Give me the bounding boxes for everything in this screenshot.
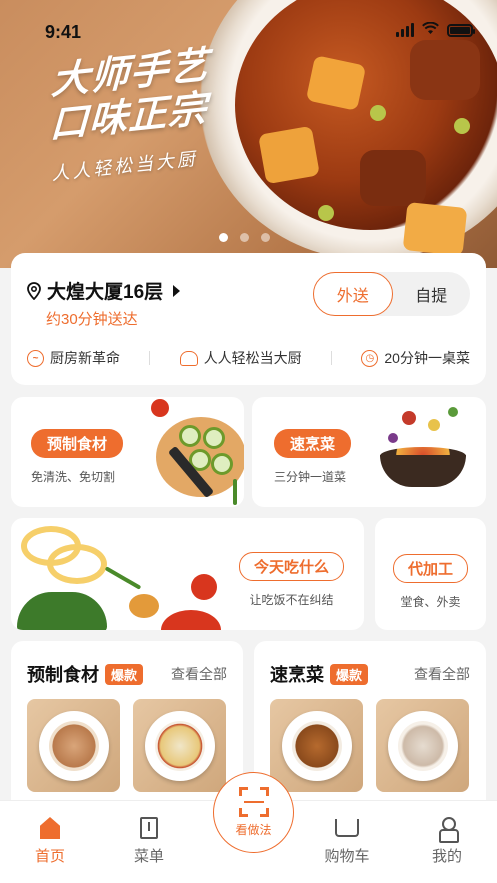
tomato-image [151,399,169,417]
view-all-link[interactable]: 查看全部 [414,664,470,684]
menu-book-icon [140,817,158,839]
caret-right-icon [173,284,181,297]
product-thumbnail[interactable] [376,699,469,792]
broccoli-image [17,592,107,630]
feature-item: ~ 厨房新革命 [27,348,120,368]
product-thumbnail[interactable] [133,699,226,792]
feature-list: ~ 厨房新革命 人人轻松当大厨 ◷ 20分钟一桌菜 [27,348,470,368]
pea [454,118,470,134]
view-all-link[interactable]: 查看全部 [171,664,227,684]
tab-home[interactable]: 首页 [10,815,90,866]
product-thumbnail[interactable] [27,699,120,792]
section-title: 速烹菜 [270,665,324,685]
flying-ingredient [448,407,458,417]
promo-title: 速烹菜 [274,429,352,458]
hot-badge: 爆款 [330,663,369,685]
pasta-image [47,544,107,584]
battery-icon [447,23,475,37]
delivery-eta: 约30分钟送达 [46,311,138,328]
pea [370,105,386,121]
cart-icon [335,819,359,837]
home-icon [40,817,60,839]
user-icon [439,817,459,843]
location-card: 大煌大厦16层 约30分钟送达 外送 自提 ~ 厨房新革命 人人轻松当大厨 ◷ … [11,253,486,385]
address-text: 大煌大厦16层 [47,282,164,303]
promo-subtitle: 免清洗、免切割 [31,470,116,484]
carousel-dot[interactable] [240,233,249,242]
promo-prepared-ingredients[interactable]: 预制食材 免清洗、免切割 [11,397,244,507]
location-pin-icon [27,281,41,300]
tomato-image [161,610,221,630]
plate-image [38,710,109,781]
promo-title: 今天吃什么 [239,552,345,581]
delivery-mode-toggle[interactable]: 外送 自提 [313,272,470,316]
cucumber-slice [211,453,233,475]
plate-image [144,710,215,781]
tab-profile[interactable]: 我的 [407,815,487,866]
tab-label: 购物车 [324,848,370,865]
hot-badge: 爆款 [105,663,144,685]
flying-ingredient [402,411,416,425]
carousel-dot[interactable] [261,233,270,242]
tab-menu[interactable]: 菜单 [109,815,189,866]
feature-item: 人人轻松当大厨 [179,348,302,368]
promo-subtitle: 三分钟一道菜 [274,470,347,484]
promo-what-to-eat[interactable]: 今天吃什么 让吃饭不在纠结 [11,518,364,630]
clock-icon: ◷ [361,349,379,367]
status-bar: 9:41 [0,0,497,60]
wok-image [380,455,466,487]
address-selector[interactable]: 大煌大厦16层 [27,277,181,304]
divider [331,351,333,365]
wifi-icon [422,21,439,38]
plate-image [387,710,458,781]
promo-processing[interactable]: 代加工 堂食、外卖 [375,518,486,630]
pea [318,205,334,221]
section-title: 预制食材 [27,665,99,685]
chef-hat-icon [179,350,198,366]
promo-title: 代加工 [392,554,468,583]
tab-label: 我的 [431,848,462,865]
flying-ingredient [388,433,398,443]
potato-chunk [402,201,468,257]
cucumber-slice [203,427,225,449]
mode-pickup[interactable]: 自提 [393,272,471,316]
tomato-image [191,574,217,600]
feature-label: 厨房新革命 [50,350,120,366]
promo-quick-dishes[interactable]: 速烹菜 三分钟一道菜 [252,397,486,507]
promo-subtitle: 让吃饭不在纠结 [249,593,334,607]
scan-recipe-button[interactable]: 看做法 [213,772,294,853]
apricot-image [129,594,159,618]
tab-label: 菜单 [133,848,164,865]
divider [149,351,151,365]
herb-image [104,566,142,590]
scan-label: 看做法 [235,823,272,837]
pulse-icon: ~ [27,349,44,367]
cucumber-slice [179,425,201,447]
feature-item: ◷ 20分钟一桌菜 [361,348,470,368]
feature-label: 20分钟一桌菜 [384,350,470,366]
carousel-dot[interactable] [219,233,228,242]
rib-chunk [360,150,426,206]
herb-image [233,479,237,505]
promo-subtitle: 堂食、外卖 [400,595,461,609]
tab-label: 首页 [34,848,65,865]
tab-cart[interactable]: 购物车 [307,815,387,866]
status-time: 9:41 [45,22,82,42]
feature-label: 人人轻松当大厨 [203,350,302,366]
carousel-indicator[interactable] [219,233,270,242]
product-thumbnail[interactable] [270,699,363,792]
signal-icon [396,23,414,37]
hero-subtitle: 人人轻松当大厨 [50,148,199,184]
mode-delivery[interactable]: 外送 [313,272,393,316]
potato-chunk [258,125,320,185]
scan-icon [238,787,269,817]
flying-ingredient [428,419,440,431]
plate-image [281,710,352,781]
promo-title: 预制食材 [31,429,124,458]
